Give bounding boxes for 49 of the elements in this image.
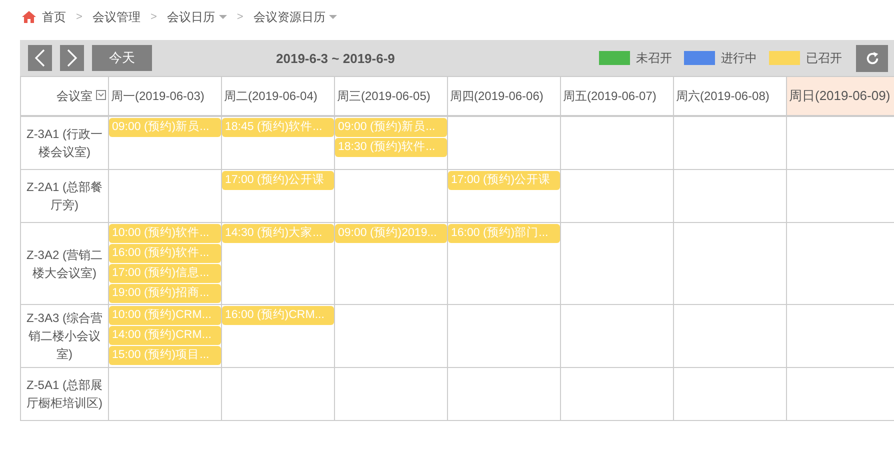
event-bar[interactable]: 16:00 (预约)CRM...	[222, 306, 334, 325]
breadcrumb-link[interactable]: 会议管理	[92, 8, 140, 26]
event-bar[interactable]: 15:00 (预约)项目...	[109, 346, 221, 365]
breadcrumb-link[interactable]: 首页	[42, 8, 66, 26]
refresh-icon	[864, 50, 880, 66]
breadcrumb-separator: >	[236, 11, 244, 23]
event-bar[interactable]: 17:00 (预约)公开课	[222, 171, 334, 190]
home-icon	[22, 11, 36, 23]
chevron-right-icon	[67, 49, 77, 67]
column-header: 周三(2019-06-05)	[334, 76, 448, 116]
room-name: Z-3A1 (行政一楼会议室)	[20, 116, 108, 170]
column-header: 周二(2019-06-04)	[222, 76, 334, 116]
event-bar[interactable]: 14:30 (预约)大家...	[222, 224, 334, 243]
refresh-button[interactable]	[856, 44, 888, 72]
event-bar[interactable]: 09:00 (预约)新员...	[109, 118, 221, 137]
breadcrumb-separator: >	[150, 11, 157, 23]
room-name: Z-3A3 (综合营销二楼小会议室)	[20, 304, 108, 368]
room-name: Z-2A1 (总部餐厅旁)	[20, 170, 108, 222]
column-header-label: 会议室	[56, 88, 93, 102]
chevron-left-icon	[35, 49, 45, 67]
event-bar[interactable]: 09:00 (预约)2019...	[335, 224, 447, 243]
column-header: 周日(2019-06-09)	[786, 76, 894, 116]
event-bar[interactable]: 17:00 (预约)信息...	[109, 264, 221, 283]
column-header: 周一(2019-06-03)	[108, 76, 222, 116]
event-bar[interactable]: 17:00 (预约)公开课	[448, 171, 560, 190]
event-bar[interactable]: 09:00 (预约)新员...	[335, 118, 447, 137]
event-bar[interactable]: 16:00 (预约)软件...	[109, 244, 221, 263]
column-header: 周四(2019-06-06)	[448, 76, 560, 116]
previous-button[interactable]	[28, 45, 52, 71]
breadcrumb-link[interactable]: 会议日历	[166, 8, 215, 26]
room-name: Z-5A1 (总部展厅橱柜培训区)	[20, 368, 108, 420]
event-bar[interactable]: 14:00 (预约)CRM...	[109, 326, 221, 345]
event-bar[interactable]: 19:00 (预约)招商...	[109, 284, 221, 303]
today-button[interactable]: 今天	[92, 45, 152, 71]
next-button[interactable]	[60, 45, 84, 71]
event-bar[interactable]: 10:00 (预约)软件...	[109, 224, 221, 243]
event-bar[interactable]: 10:00 (预约)CRM...	[109, 306, 221, 325]
event-bar[interactable]: 16:00 (预约)部门...	[448, 224, 560, 243]
legend-label: 进行中	[721, 50, 757, 66]
breadcrumb-separator: >	[76, 11, 82, 23]
event-bar[interactable]: 18:30 (预约)软件...	[335, 138, 447, 157]
room-name: Z-3A2 (营销二楼大会议室)	[20, 222, 108, 304]
breadcrumb-link[interactable]: 会议资源日历	[253, 8, 326, 26]
legend-label: 未召开	[636, 50, 672, 66]
legend-label: 已召开	[806, 50, 842, 66]
column-header: 周五(2019-06-07)	[560, 76, 674, 116]
date-range: 2019-6-3 ~ 2019-6-9	[276, 50, 395, 66]
event-bar[interactable]: 18:45 (预约)软件...	[222, 118, 334, 137]
dropdown-icon	[96, 90, 106, 100]
